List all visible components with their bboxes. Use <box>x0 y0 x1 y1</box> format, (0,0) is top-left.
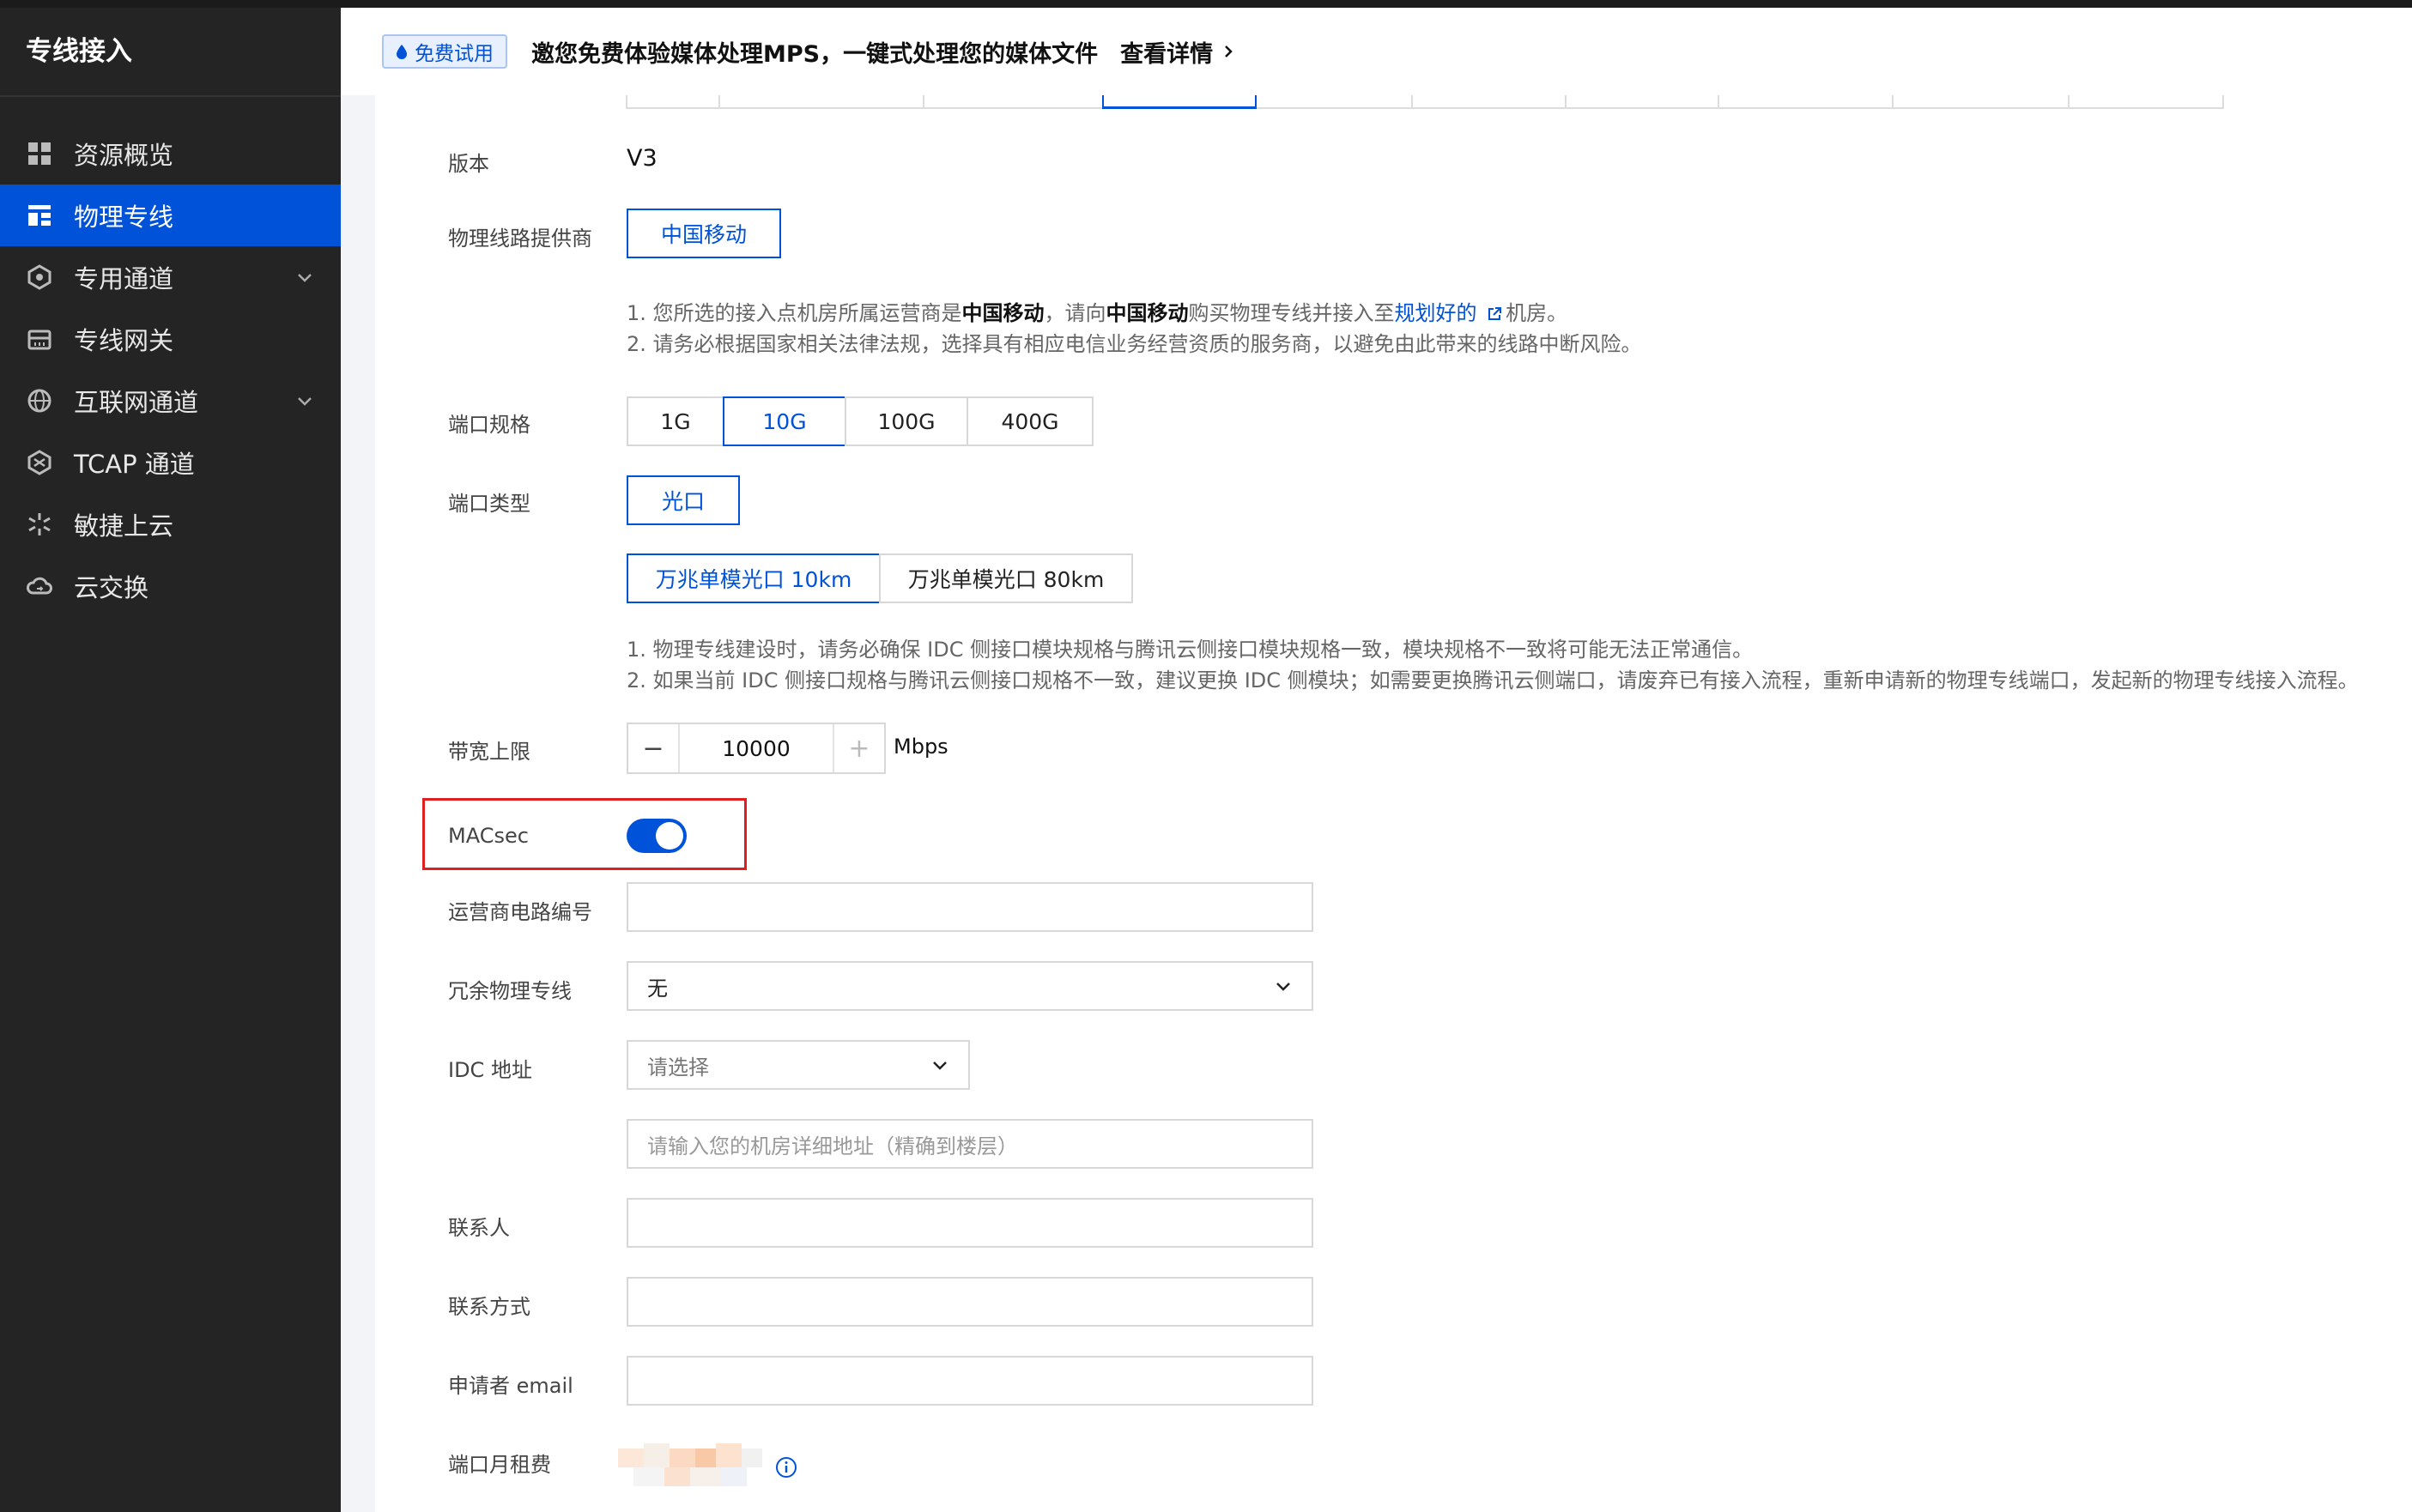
email-input[interactable] <box>627 1356 1313 1406</box>
external-link-icon[interactable] <box>1487 306 1502 322</box>
port-note-line2: 2. 如果当前 IDC 侧接口规格与腾讯云侧接口规格不一致，建议更换 IDC 侧… <box>627 668 2359 692</box>
phone-label: 联系方式 <box>448 1295 530 1319</box>
version-label: 版本 <box>448 152 489 176</box>
chevron-down-icon <box>933 1061 947 1070</box>
provider-note-line2: 2. 请务必根据国家相关法律法规，选择具有相应电信业务经营资质的服务商，以避免由… <box>627 332 1642 356</box>
macsec-toggle[interactable] <box>627 819 687 853</box>
view-details-link[interactable]: 查看详情 <box>1120 35 1237 69</box>
sidebar-item-cloud-exchange[interactable]: 云交换 <box>0 555 341 617</box>
sidebar-item-tcap[interactable]: TCAP 通道 <box>0 432 341 493</box>
port-spec-400g[interactable]: 400G <box>967 396 1094 446</box>
port-type-label: 端口类型 <box>448 492 530 516</box>
grid-icon <box>26 140 53 167</box>
port-spec-10g[interactable]: 10G <box>723 396 846 446</box>
idc-address-input[interactable]: 请输入您的机房详细地址（精确到楼层） <box>627 1119 1313 1169</box>
sidebar-divider <box>0 95 341 97</box>
port-spec-label: 端口规格 <box>448 413 530 437</box>
badge-label: 免费试用 <box>415 43 494 65</box>
sidebar-item-gateway[interactable]: 专线网关 <box>0 308 341 370</box>
asterisk-icon <box>26 511 53 538</box>
sidebar: 专线接入 资源概览 物理专线 专用通道 专线网关 互联网通道 TCAP 通道 敏… <box>0 8 341 1512</box>
free-trial-badge: 免费试用 <box>382 34 507 69</box>
dedicated-line-icon <box>26 202 53 229</box>
phone-input[interactable] <box>627 1277 1313 1327</box>
sidebar-item-label: 专用通道 <box>74 264 174 293</box>
chevron-down-icon <box>1276 983 1290 991</box>
cube-icon <box>26 263 53 291</box>
globe-icon <box>26 387 53 414</box>
decrement-button[interactable]: − <box>628 724 680 772</box>
promo-banner: 免费试用 邀您免费体验媒体处理MPS，一键式处理您的媒体文件 查看详情 <box>341 8 2412 95</box>
bandwidth-label: 带宽上限 <box>448 740 530 764</box>
sidebar-item-agile-cloud[interactable]: 敏捷上云 <box>0 493 341 555</box>
active-tab[interactable] <box>1102 95 1257 109</box>
provider-label: 物理线路提供商 <box>448 227 592 251</box>
info-icon[interactable] <box>775 1456 797 1479</box>
sidebar-item-overview[interactable]: 资源概览 <box>0 123 341 184</box>
port-spec-100g[interactable]: 100G <box>845 396 968 446</box>
email-label: 申请者 email <box>448 1374 573 1398</box>
provider-note: 1. 您所选的接入点机房所属运营商是中国移动，请向中国移动购买物理专线并接入至规… <box>627 298 1642 360</box>
idc-select-placeholder: 请选择 <box>647 1055 709 1080</box>
macsec-label: MACsec <box>448 824 529 848</box>
increment-button[interactable]: + <box>833 724 884 772</box>
bandwidth-value[interactable]: 10000 <box>680 724 833 772</box>
chevron-down-icon[interactable] <box>294 267 315 287</box>
redundant-line-select[interactable]: 无 <box>627 961 1313 1011</box>
sidebar-item-label: 互联网通道 <box>74 388 199 417</box>
module-10km[interactable]: 万兆单模光口 10km <box>627 553 881 603</box>
fee-value-redacted <box>618 1443 773 1491</box>
redundant-label: 冗余物理专线 <box>448 979 572 1003</box>
sidebar-item-dedicated-channel[interactable]: 专用通道 <box>0 246 341 308</box>
port-type-optical[interactable]: 光口 <box>627 475 740 525</box>
main-area: 免费试用 邀您免费体验媒体处理MPS，一键式处理您的媒体文件 查看详情 版本 V… <box>341 8 2412 1512</box>
circuit-label: 运营商电路编号 <box>448 900 592 924</box>
tcap-icon <box>26 449 53 476</box>
sidebar-item-internet-channel[interactable]: 互联网通道 <box>0 370 341 432</box>
fee-label: 端口月租费 <box>448 1453 551 1477</box>
sidebar-item-physical-line[interactable]: 物理专线 <box>0 184 341 246</box>
contact-input[interactable] <box>627 1198 1313 1248</box>
module-80km[interactable]: 万兆单模光口 80km <box>879 553 1133 603</box>
version-value: V3 <box>627 145 658 172</box>
view-details-label: 查看详情 <box>1120 40 1214 68</box>
sidebar-title: 专线接入 <box>26 36 132 67</box>
circuit-number-input[interactable] <box>627 882 1313 932</box>
provider-option-china-mobile[interactable]: 中国移动 <box>627 209 781 258</box>
toggle-knob <box>656 822 683 850</box>
port-note: 1. 物理专线建设时，请务必确保 IDC 侧接口模块规格与腾讯云侧接口模块规格一… <box>627 634 2359 696</box>
port-spec-1g[interactable]: 1G <box>627 396 724 446</box>
form-panel: 版本 V3 物理线路提供商 中国移动 1. 您所选的接入点机房所属运营商是中国移… <box>375 95 2412 1512</box>
provider-note-line1: 1. 您所选的接入点机房所属运营商是中国移动，请向中国移动购买物理专线并接入至规… <box>627 301 1568 325</box>
cloud-exchange-icon <box>26 572 53 600</box>
bandwidth-stepper: − 10000 + <box>627 723 886 774</box>
sidebar-item-label: 敏捷上云 <box>74 511 174 541</box>
chevron-down-icon[interactable] <box>294 390 315 411</box>
redundant-value: 无 <box>647 976 668 1001</box>
window-top-strip <box>0 0 2412 8</box>
planned-room-link[interactable]: 规划好的 <box>1395 301 1477 325</box>
chevron-right-icon <box>1225 45 1233 57</box>
contact-label: 联系人 <box>448 1216 510 1240</box>
bandwidth-unit: Mbps <box>894 735 948 759</box>
idc-select[interactable]: 请选择 <box>627 1040 970 1090</box>
sidebar-item-label: TCAP 通道 <box>74 450 195 479</box>
sidebar-item-label: 云交换 <box>74 573 149 602</box>
idc-label: IDC 地址 <box>448 1058 532 1082</box>
port-note-line1: 1. 物理专线建设时，请务必确保 IDC 侧接口模块规格与腾讯云侧接口模块规格一… <box>627 638 1754 662</box>
droplet-icon <box>397 45 407 59</box>
gateway-icon <box>26 325 53 353</box>
banner-text: 邀您免费体验媒体处理MPS，一键式处理您的媒体文件 <box>531 40 1099 68</box>
access-point-tabs <box>626 95 2224 109</box>
sidebar-item-label: 专线网关 <box>74 326 174 355</box>
sidebar-item-label: 物理专线 <box>74 203 174 232</box>
sidebar-item-label: 资源概览 <box>74 141 174 170</box>
